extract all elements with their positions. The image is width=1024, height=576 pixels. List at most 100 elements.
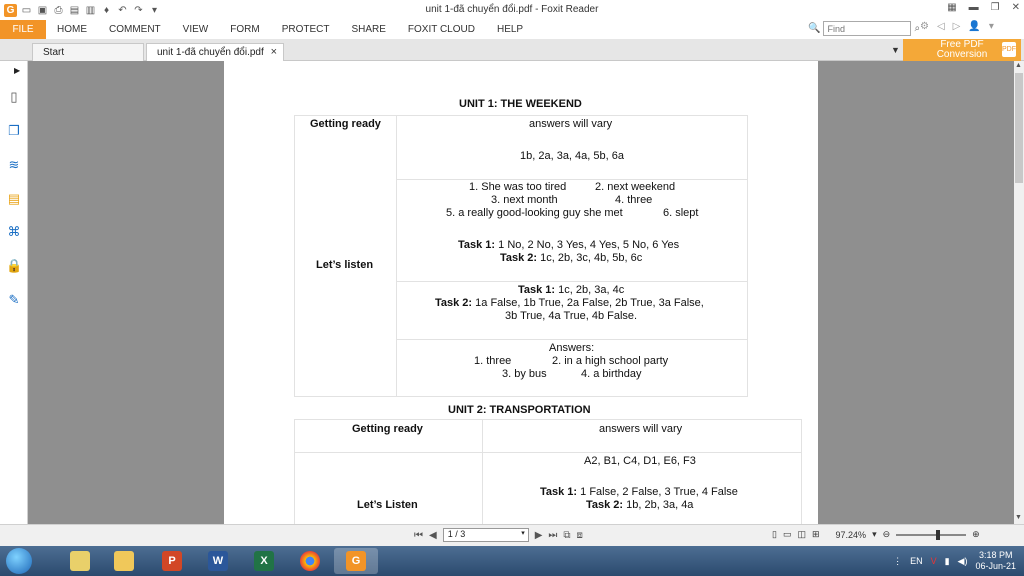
unit1-taskB2-label: Task 2: (435, 297, 473, 309)
chrome-icon (300, 551, 320, 571)
lock-icon[interactable]: 🔒 (6, 258, 22, 274)
scroll-down-icon[interactable]: ▼ (1015, 514, 1022, 521)
document-viewport[interactable]: UNIT 1: THE WEEKEND Getting ready Let’s … (28, 61, 1014, 524)
zoom-slider[interactable] (896, 529, 967, 540)
customize-dropdown-icon[interactable]: ▾ (148, 4, 161, 17)
unit1-taskA1: Task 1: 1 No, 2 No, 3 Yes, 4 Yes, 5 No, … (458, 239, 679, 251)
zoom-slider-knob[interactable] (936, 529, 941, 540)
zoom-dropdown-icon[interactable]: ▾ (872, 529, 877, 540)
unit1-taskB2-value: 1a False, 1b True, 2a False, 2b True, 3a… (472, 297, 704, 309)
page-number-value: 1 / 3 (447, 529, 466, 539)
zoom-level[interactable]: 97.24% (836, 530, 867, 540)
last-page-icon[interactable]: ⏭ (548, 530, 557, 541)
pdf-badge-icon: PDF (1002, 42, 1016, 57)
unit1-list1-item2: 2. next weekend (595, 181, 676, 193)
print-icon[interactable]: ⎙ (52, 4, 65, 17)
restore-icon[interactable]: ❐ (991, 2, 1000, 13)
minimize-icon[interactable]: ▬ (969, 2, 979, 13)
close-icon[interactable]: ✕ (1012, 2, 1020, 13)
page-thumbnail-icon[interactable]: ▯ (6, 89, 22, 105)
tab-start[interactable]: Start (32, 43, 144, 61)
folder-app[interactable] (58, 548, 102, 574)
unit1-title: UNIT 1: THE WEEKEND (459, 98, 582, 110)
antivirus-icon[interactable]: V (931, 556, 937, 566)
network-icon[interactable]: ▮ (945, 556, 950, 567)
attachment-icon[interactable]: ⌘ (6, 224, 22, 240)
find-box: 🔍 ⌕ (808, 21, 920, 36)
unit1-taskB1-value: 1c, 2b, 3a, 4c (555, 284, 625, 296)
close-tab-icon[interactable]: × (271, 46, 277, 58)
forward-icon[interactable]: ▷ (953, 21, 961, 32)
tab-view[interactable]: VIEW (172, 24, 220, 35)
scan-icon[interactable]: ▥ (84, 4, 97, 17)
unit2-task1-value: 1 False, 2 False, 3 True, 4 False (577, 486, 738, 498)
tab-document[interactable]: unit 1-đã chuyển đổi.pdf × (146, 43, 284, 61)
save-icon[interactable]: ▣ (36, 4, 49, 17)
foxit-logo-icon: G (4, 3, 17, 17)
continuous-facing-icon[interactable]: ⊞ (812, 529, 820, 540)
unit1-answers-vary: answers will vary (529, 118, 613, 130)
zoom-out-icon[interactable]: ⊖ (883, 529, 891, 540)
scroll-up-icon[interactable]: ▲ (1015, 62, 1022, 69)
tab-protect[interactable]: PROTECT (271, 24, 341, 35)
folder-icon (70, 551, 90, 571)
previous-view-icon[interactable]: ⧉ (563, 530, 570, 541)
scrollbar-thumb[interactable] (1015, 73, 1023, 183)
chrome-app[interactable] (288, 548, 332, 574)
tab-share[interactable]: SHARE (340, 24, 396, 35)
explorer-app[interactable] (102, 548, 146, 574)
volume-icon[interactable]: ◀) (958, 556, 968, 567)
explorer-icon (114, 551, 134, 571)
signature-icon[interactable]: ✎ (6, 292, 22, 308)
tab-foxit-cloud[interactable]: FOXIT CLOUD (397, 24, 486, 35)
pages-icon[interactable]: ❐ (6, 123, 22, 139)
settings-icon[interactable]: ⚙ (920, 21, 929, 32)
user-icon[interactable]: 👤 (968, 21, 980, 32)
first-page-icon[interactable]: ⏮ (414, 530, 423, 541)
open-folder-icon[interactable]: ▭ (20, 4, 33, 17)
tab-home[interactable]: HOME (46, 24, 98, 35)
tab-list-dropdown-icon[interactable]: ▼ (891, 45, 900, 55)
tab-help[interactable]: HELP (486, 24, 534, 35)
unit1-listen-cell-1 (396, 179, 748, 282)
free-pdf-conversion-button[interactable]: Free PDF Conversion PDF (903, 39, 1021, 61)
single-page-icon[interactable]: ▯ (772, 529, 777, 540)
file-menu[interactable]: FILE (0, 20, 46, 39)
undo-icon[interactable]: ↶ (116, 4, 129, 17)
next-view-icon[interactable]: ⧈ (577, 530, 583, 541)
zoom-in-icon[interactable]: ⊕ (972, 529, 980, 540)
prev-page-icon[interactable]: ◀ (429, 530, 437, 541)
excel-app[interactable]: X (242, 548, 286, 574)
bookmark-icon[interactable]: ♦ (100, 4, 113, 17)
tray-overflow-icon[interactable]: ⋮ (893, 556, 902, 567)
comments-icon[interactable]: ▤ (6, 191, 22, 207)
powerpoint-app[interactable]: P (150, 548, 194, 574)
word-app[interactable]: W (196, 548, 240, 574)
tab-comment[interactable]: COMMENT (98, 24, 172, 35)
tab-form[interactable]: FORM (219, 24, 270, 35)
unit1-taskA2: Task 2: 1c, 2b, 3c, 4b, 5b, 6c (500, 252, 642, 264)
foxit-icon: G (346, 551, 366, 571)
page-number-input[interactable]: 1 / 3 ▾ (442, 528, 529, 542)
find-input[interactable] (823, 21, 912, 36)
page-dropdown-icon[interactable]: ▾ (521, 529, 525, 537)
clock[interactable]: 3:18 PM 06-Jun-21 (975, 550, 1016, 572)
unit2-listen-label-cell (294, 452, 483, 524)
layers-icon[interactable]: ≋ (6, 157, 22, 173)
expand-panel-icon[interactable]: ▶ (14, 66, 20, 75)
continuous-page-icon[interactable]: ▭ (783, 529, 792, 540)
back-icon[interactable]: ◁ (937, 21, 945, 32)
next-page-icon[interactable]: ▶ (535, 530, 543, 541)
properties-icon[interactable]: ▤ (68, 4, 81, 17)
redo-icon[interactable]: ↷ (132, 4, 145, 17)
unit1-taskA2-value: 1c, 2b, 3c, 4b, 5b, 6c (537, 252, 643, 264)
start-button[interactable] (6, 548, 32, 574)
more-dropdown-icon[interactable]: ▾ (989, 21, 994, 32)
foxit-app[interactable]: G (334, 548, 378, 574)
vertical-scrollbar[interactable]: ▲ ▼ (1014, 61, 1024, 524)
unit2-codes: A2, B1, C4, D1, E6, F3 (584, 455, 696, 467)
find-options-icon[interactable]: 🔍 (808, 23, 820, 34)
language-indicator[interactable]: EN (910, 556, 923, 566)
facing-page-icon[interactable]: ◫ (797, 529, 806, 540)
ribbon-options-icon[interactable]: ▦ (947, 2, 956, 13)
